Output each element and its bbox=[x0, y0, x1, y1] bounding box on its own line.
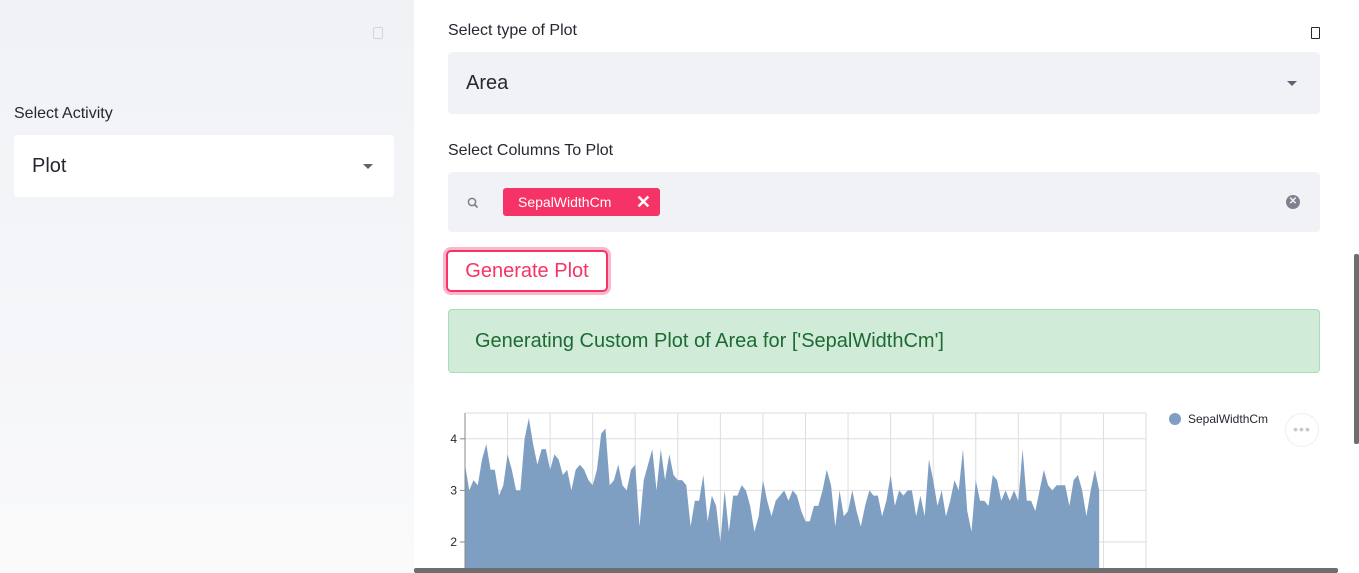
chart-legend: SepalWidthCm bbox=[1169, 412, 1268, 426]
area-chart: 2 3 4 bbox=[450, 412, 1147, 573]
clear-selection-icon[interactable]: ✕ bbox=[1286, 195, 1300, 209]
activity-select[interactable]: Plot bbox=[14, 135, 394, 197]
remove-chip-icon[interactable]: ✕ bbox=[636, 192, 651, 213]
y-tick-label: 4 bbox=[450, 432, 457, 446]
search-icon bbox=[467, 197, 479, 209]
chip-label: SepalWidthCm bbox=[518, 194, 612, 210]
chevron-down-icon bbox=[1287, 81, 1297, 86]
legend-swatch bbox=[1169, 413, 1181, 425]
plot-type-value: Area bbox=[466, 71, 509, 94]
horizontal-scrollbar[interactable] bbox=[414, 568, 1338, 573]
y-tick-label: 2 bbox=[450, 535, 457, 549]
more-options-icon[interactable]: ••• bbox=[1285, 413, 1319, 447]
activity-select-value: Plot bbox=[32, 154, 67, 177]
legend-label: SepalWidthCm bbox=[1188, 412, 1269, 426]
menu-icon[interactable] bbox=[1311, 27, 1320, 39]
columns-label: Select Columns To Plot bbox=[448, 142, 614, 159]
generate-plot-button[interactable]: Generate Plot bbox=[446, 250, 608, 292]
status-alert: Generating Custom Plot of Area for ['Sep… bbox=[448, 309, 1320, 373]
plot-type-label: Select type of Plot bbox=[448, 22, 577, 39]
sidebar: Select Activity Plot bbox=[0, 0, 414, 573]
y-tick-label: 3 bbox=[450, 483, 457, 497]
area-series-sepalwidthcm bbox=[465, 418, 1100, 573]
status-message: Generating Custom Plot of Area for ['Sep… bbox=[475, 329, 944, 352]
vertical-scrollbar[interactable] bbox=[1354, 254, 1359, 444]
plot-type-select[interactable]: Area bbox=[448, 52, 1320, 114]
close-sidebar-icon[interactable] bbox=[373, 27, 383, 39]
y-axis-ticks: 2 3 4 bbox=[450, 432, 465, 549]
activity-label: Select Activity bbox=[14, 105, 113, 122]
chevron-down-icon bbox=[363, 164, 373, 169]
selected-column-chip: SepalWidthCm ✕ bbox=[503, 188, 660, 216]
